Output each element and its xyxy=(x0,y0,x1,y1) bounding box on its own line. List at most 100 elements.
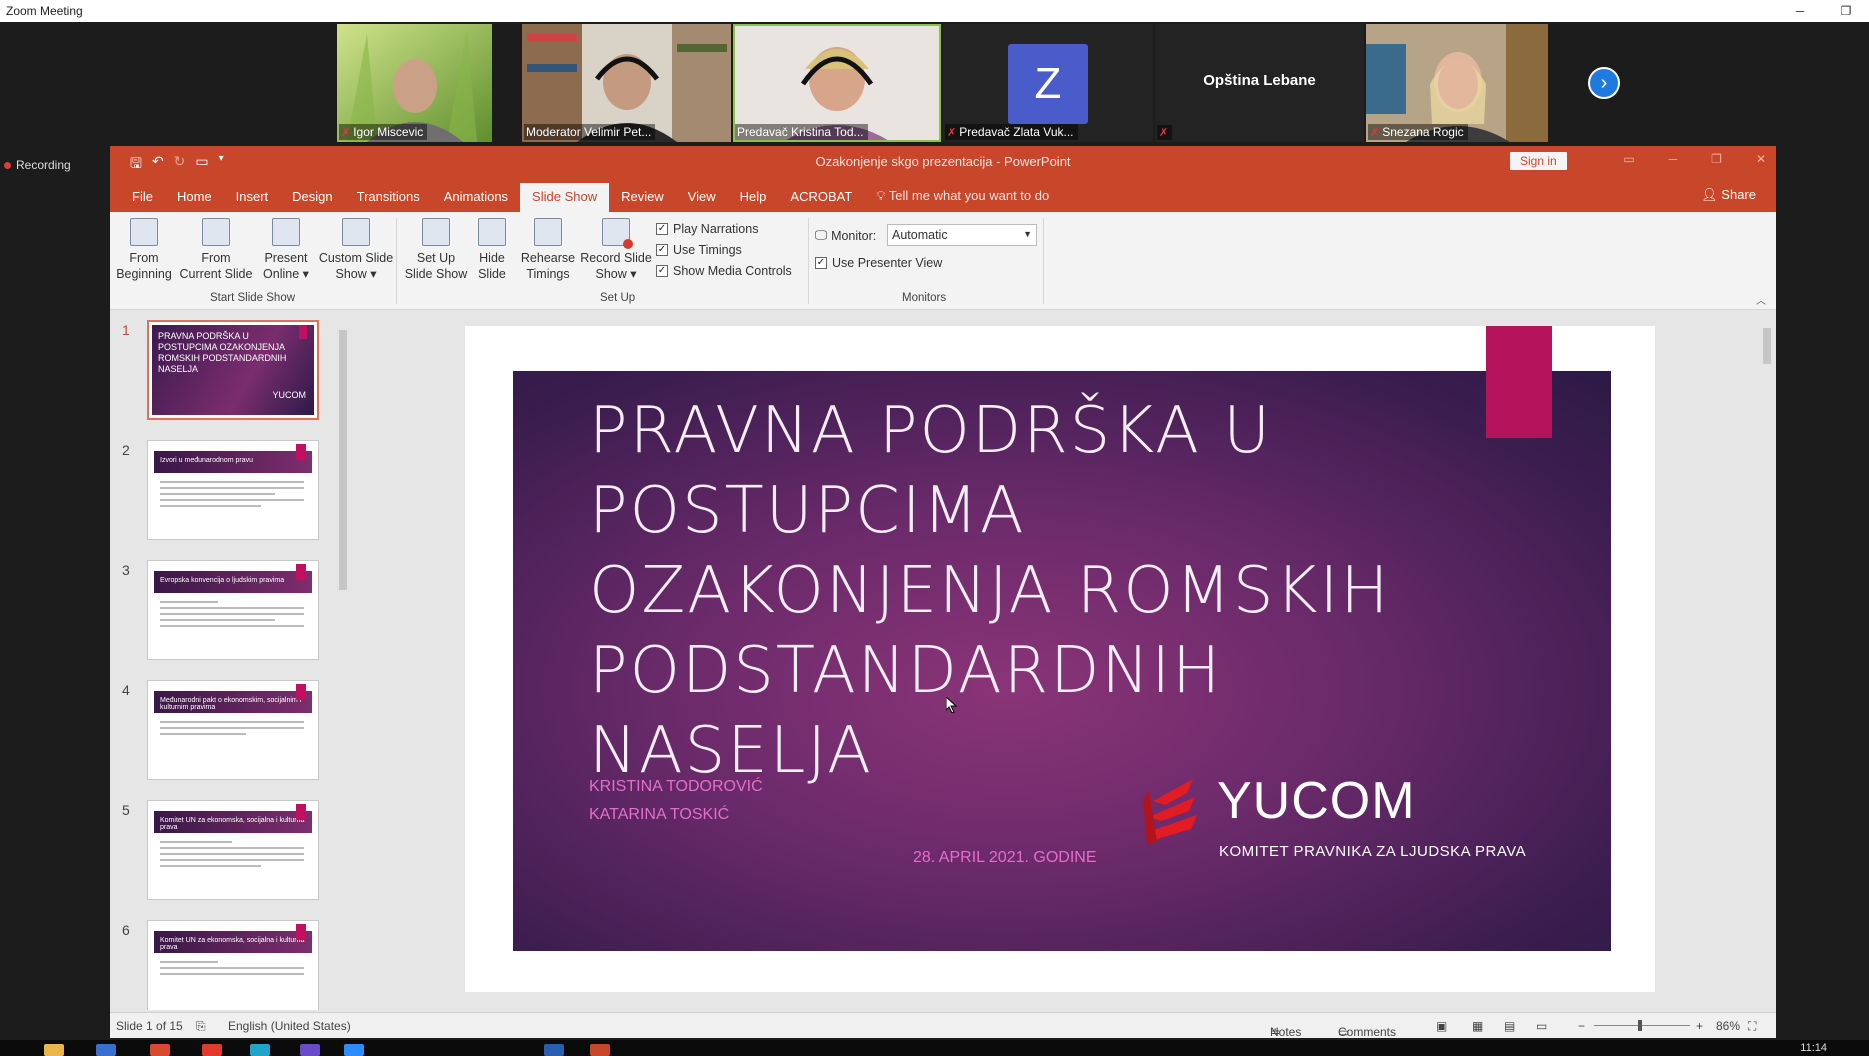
tab-help[interactable]: Help xyxy=(728,189,779,212)
tab-design[interactable]: Design xyxy=(280,189,344,212)
thumbnail-preview: Komitet UN za ekonomska, socijalna i kul… xyxy=(147,800,319,900)
normal-view-icon[interactable]: ▣ xyxy=(1436,1019,1447,1033)
checkbox-checked-icon: ✓ xyxy=(656,223,668,235)
participant-tile[interactable]: ✗ Snezana Rogic xyxy=(1366,24,1548,142)
app-icon[interactable] xyxy=(300,1044,320,1056)
slide-thumbnail[interactable]: 1 PRAVNA PODRŠKA U POSTUPCIMA OZAKONJENJ… xyxy=(110,320,328,420)
tab-acrobat[interactable]: ACROBAT xyxy=(778,189,864,212)
slide-thumbnail[interactable]: 3 Evropska konvencija o ljudskim pravima xyxy=(110,560,328,660)
scrollbar-thumb[interactable] xyxy=(339,330,347,590)
app-icon[interactable] xyxy=(202,1044,222,1056)
zoom-app-icon[interactable] xyxy=(344,1044,364,1056)
monitor-select[interactable]: Automatic ▼ xyxy=(887,224,1037,246)
tab-home[interactable]: Home xyxy=(165,189,224,212)
btn-line: Custom Slide xyxy=(318,251,394,265)
chevron-right-icon: › xyxy=(1600,71,1608,94)
slideshow-view-icon[interactable]: ▭ xyxy=(1536,1019,1547,1033)
thumbnail-accent xyxy=(296,684,306,700)
restore-icon[interactable]: ❐ xyxy=(1711,152,1722,166)
logo-name: YUCOM xyxy=(1217,772,1416,830)
btn-line: Show ▾ xyxy=(335,267,377,281)
powerpoint-app-icon[interactable] xyxy=(590,1044,610,1056)
tab-review[interactable]: Review xyxy=(609,189,676,212)
zoom-slider[interactable] xyxy=(1594,1025,1690,1026)
present-online-button[interactable]: Present Online ▾ xyxy=(258,218,314,282)
restore-icon[interactable]: ❐ xyxy=(1823,0,1869,22)
zoom-level[interactable]: 86% xyxy=(1716,1019,1740,1033)
app-icon[interactable] xyxy=(544,1044,564,1056)
slide-sorter-icon[interactable]: ▦ xyxy=(1472,1019,1483,1033)
tab-view[interactable]: View xyxy=(676,189,728,212)
from-beginning-button[interactable]: From Beginning xyxy=(114,218,174,282)
ribbon-display-icon[interactable]: ▭ xyxy=(1623,152,1634,166)
monitor-value: Automatic xyxy=(892,228,948,242)
slide-authors[interactable]: KRISTINA TODOROVIĆ KATARINA TOSKIĆ xyxy=(589,773,763,829)
use-presenter-view-checkbox[interactable]: ✓ Use Presenter View xyxy=(815,256,942,270)
zoom-slider-thumb[interactable] xyxy=(1638,1020,1642,1031)
fit-to-window-icon[interactable]: ⛶ xyxy=(1748,1019,1756,1034)
collapse-ribbon-icon[interactable]: ︿ xyxy=(1756,292,1766,307)
btn-line: Hide xyxy=(479,251,505,265)
app-icon[interactable] xyxy=(250,1044,270,1056)
minimize-icon[interactable]: ─ xyxy=(1777,0,1823,22)
minimize-icon[interactable]: ─ xyxy=(1669,152,1678,166)
btn-line: Online ▾ xyxy=(263,267,309,281)
zoom-out-icon[interactable]: − xyxy=(1578,1019,1585,1033)
sign-in-button[interactable]: Sign in xyxy=(1510,152,1567,170)
checkbox-checked-icon: ✓ xyxy=(656,244,668,256)
show-media-controls-checkbox[interactable]: ✓ Show Media Controls xyxy=(656,264,792,278)
mouse-cursor-icon xyxy=(946,697,958,713)
btn-line: Present xyxy=(264,251,308,265)
btn-line: Beginning xyxy=(116,267,172,281)
language-indicator[interactable]: English (United States) xyxy=(228,1019,351,1033)
set-up-slide-show-button[interactable]: Set Up Slide Show xyxy=(400,218,472,282)
slide-thumbnail[interactable]: 5 Komitet UN za ekonomska, socijalna i k… xyxy=(110,800,328,900)
thumbnail-preview: Komitet UN za ekonomska, socijalna i kul… xyxy=(147,920,319,1010)
slide-thumbnail[interactable]: 2 Izvori u međunarodnom pravu xyxy=(110,440,328,540)
use-timings-checkbox[interactable]: ✓ Use Timings xyxy=(656,243,742,257)
next-participants-button[interactable]: › xyxy=(1588,67,1620,99)
slide-scrollbar[interactable] xyxy=(1760,314,1774,1008)
reading-view-icon[interactable]: ▤ xyxy=(1504,1019,1515,1033)
checkbox-label: Show Media Controls xyxy=(673,264,792,278)
chevron-down-icon: ▼ xyxy=(1023,229,1032,239)
participant-tile[interactable]: Z ✗ Predavač Zlata Vuk... xyxy=(943,24,1153,142)
slide-date[interactable]: 28. APRIL 2021. GODINE xyxy=(913,849,1097,867)
thumbnail-title: Komitet UN za ekonomska, socijalna i kul… xyxy=(154,931,312,953)
participant-tile[interactable]: Moderator Velimir Pet... xyxy=(522,24,731,142)
slide-canvas[interactable]: PRAVNA PODRŠKA U POSTUPCIMA OZAKONJENJA … xyxy=(513,371,1611,951)
custom-slide-show-button[interactable]: Custom Slide Show ▾ xyxy=(314,218,398,282)
zoom-in-icon[interactable]: + xyxy=(1696,1019,1703,1033)
thumbnail-number: 4 xyxy=(122,682,130,698)
slide-thumbnail[interactable]: 4 Međunarodni pakt o ekonomskim, socijal… xyxy=(110,680,328,780)
record-slide-show-button[interactable]: Record Slide Show ▾ xyxy=(578,218,654,282)
slide-title[interactable]: PRAVNA PODRŠKA U POSTUPCIMA OZAKONJENJA … xyxy=(589,391,1489,791)
tell-me-search[interactable]: 💡︎ Tell me what you want to do xyxy=(864,188,1061,212)
scrollbar-thumb[interactable] xyxy=(1763,328,1771,364)
share-button[interactable]: 👤︎ Share xyxy=(1701,187,1756,203)
spelling-check-icon[interactable]: ⎘ xyxy=(196,1019,206,1034)
play-narrations-checkbox[interactable]: ✓ Play Narrations xyxy=(656,222,758,236)
file-explorer-icon[interactable] xyxy=(44,1044,64,1056)
btn-line: From xyxy=(201,251,231,265)
taskbar: 11:14 xyxy=(0,1040,1869,1056)
participant-tile[interactable]: Opština Lebane ✗ xyxy=(1155,24,1364,142)
participant-tile-active[interactable]: Predavač Kristina Tod... xyxy=(733,24,941,142)
tab-animations[interactable]: Animations xyxy=(432,189,520,212)
tab-transitions[interactable]: Transitions xyxy=(345,189,432,212)
app-icon[interactable] xyxy=(150,1044,170,1056)
tab-insert[interactable]: Insert xyxy=(224,189,281,212)
ribbon-separator xyxy=(1043,218,1044,304)
thumbnail-lines xyxy=(160,841,304,871)
close-icon[interactable]: ✕ xyxy=(1756,152,1766,166)
participant-tile[interactable]: ✗ Igor Miscevic xyxy=(337,24,492,142)
rehearse-timings-button[interactable]: Rehearse Timings xyxy=(518,218,578,282)
thumbnails-scrollbar[interactable] xyxy=(336,314,350,1008)
tab-slide-show[interactable]: Slide Show xyxy=(520,183,610,212)
app-icon[interactable] xyxy=(96,1044,116,1056)
slide-thumbnail[interactable]: 6 Komitet UN za ekonomska, socijalna i k… xyxy=(110,920,328,1010)
from-current-slide-button[interactable]: From Current Slide xyxy=(176,218,256,282)
hide-slide-button[interactable]: Hide Slide xyxy=(472,218,512,282)
tab-file[interactable]: File xyxy=(120,189,165,212)
recording-label: Recording xyxy=(16,158,71,172)
